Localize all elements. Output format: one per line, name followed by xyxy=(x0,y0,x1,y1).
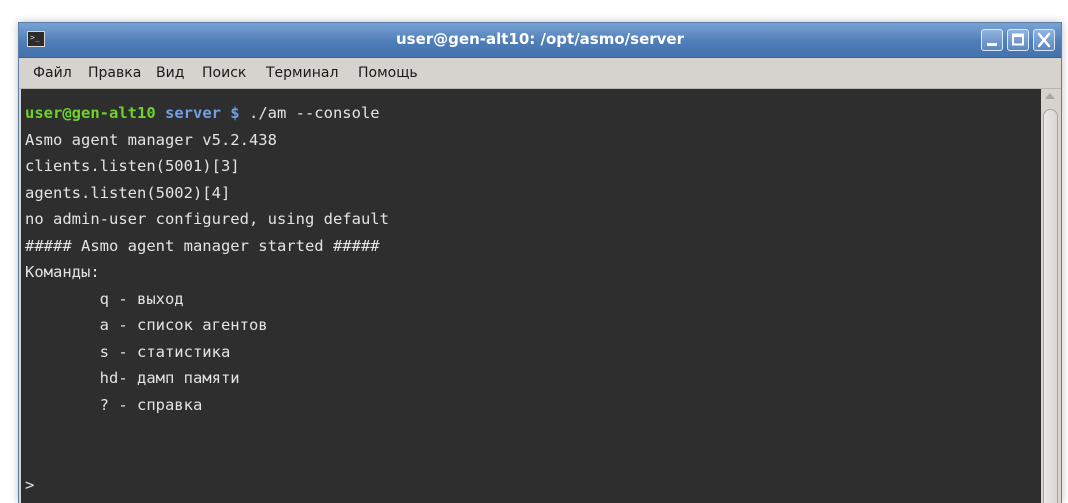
title-bar[interactable]: >_ user@gen-alt10: /opt/asmo/server xyxy=(19,23,1061,58)
command-text: ./am --console xyxy=(239,104,380,122)
command-line: user@gen-alt10 server $ ./am --console xyxy=(25,102,380,124)
output-line: s - статистика xyxy=(25,343,231,361)
scrollbar-thumb[interactable] xyxy=(1043,109,1058,503)
menu-edit[interactable]: Правка xyxy=(88,58,141,88)
maximize-icon xyxy=(1012,33,1024,46)
output-line: Asmo agent manager v5.2.438 xyxy=(25,131,277,149)
terminal-output[interactable]: user@gen-alt10 server $ ./am --console A… xyxy=(21,89,1041,503)
menu-view[interactable]: Вид xyxy=(156,58,184,88)
output-line: no admin-user configured, using default xyxy=(25,210,389,228)
output-line: hd- дамп памяти xyxy=(25,369,240,387)
minimize-icon xyxy=(987,43,997,46)
output-line: q - выход xyxy=(25,290,184,308)
menu-terminal[interactable]: Терминал xyxy=(266,58,338,88)
window-title: user@gen-alt10: /opt/asmo/server xyxy=(395,30,684,48)
scroll-up-arrow-icon[interactable] xyxy=(1045,93,1055,99)
input-prompt: > xyxy=(25,476,35,494)
menu-search[interactable]: Поиск xyxy=(202,58,246,88)
output-line: a - список агентов xyxy=(25,316,268,334)
output-line: ##### Asmo agent manager started ##### xyxy=(25,237,380,255)
vertical-scrollbar[interactable] xyxy=(1041,89,1060,503)
close-icon xyxy=(1037,32,1051,48)
output-line: ? - справка xyxy=(25,396,203,414)
menu-file[interactable]: Файл xyxy=(33,58,72,88)
menu-bar: Файл Правка Вид Поиск Терминал Помощь xyxy=(19,58,1061,89)
output-line: Команды: xyxy=(25,263,100,281)
terminal-window: >_ user@gen-alt10: /opt/asmo/server Файл… xyxy=(18,22,1062,503)
output-line: clients.listen(5001)[3] xyxy=(25,157,240,175)
menu-help[interactable]: Помощь xyxy=(358,58,418,88)
close-button[interactable] xyxy=(1033,29,1055,51)
output-line: agents.listen(5002)[4] xyxy=(25,184,231,202)
prompt-user: user@gen-alt10 xyxy=(25,104,156,122)
maximize-button[interactable] xyxy=(1007,29,1029,51)
minimize-button[interactable] xyxy=(981,29,1003,51)
prompt-directory: server $ xyxy=(155,104,240,122)
